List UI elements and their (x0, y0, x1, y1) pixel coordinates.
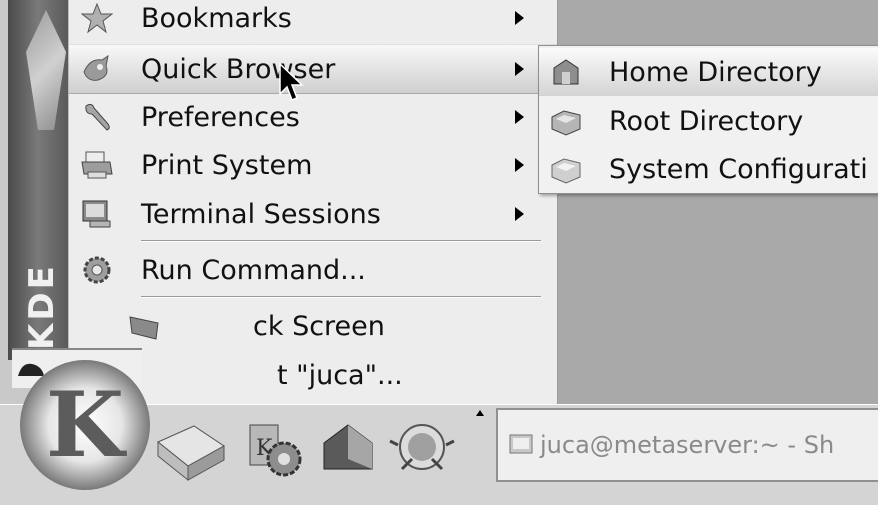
k-menu-button[interactable]: K (20, 360, 150, 490)
menu-separator (141, 240, 541, 242)
kde-logo-icon: K (45, 372, 125, 478)
menu-item-label: ck Screen (253, 310, 385, 342)
kde-side-banner: KDE 3.1 (8, 0, 102, 360)
menu-item-label: Terminal Sessions (141, 198, 381, 230)
terminal-window-icon (509, 434, 533, 454)
taskbar-window-title: juca@metaserver:~ - Sh (540, 431, 835, 459)
banner-star-graphic (26, 10, 66, 130)
submenu-arrow-icon (515, 110, 524, 124)
wrench-icon (79, 99, 115, 135)
menu-item-label: Run Command... (141, 254, 366, 286)
quick-browser-submenu: Home Directory Root Directory System Con… (538, 45, 878, 194)
submenu-arrow-icon (515, 11, 524, 25)
menu-item-lock-screen[interactable]: ck Screen (69, 302, 557, 350)
menu-item-label: Preferences (141, 101, 300, 133)
mouse-cursor-icon (279, 62, 304, 101)
menu-separator (141, 296, 541, 298)
submenu-item-root-directory[interactable]: Root Directory (539, 97, 878, 145)
star-icon (79, 0, 115, 36)
menu-item-terminal-sessions[interactable]: Terminal Sessions (69, 190, 557, 238)
submenu-item-system-configuration[interactable]: System Configurati (539, 145, 878, 193)
taskbar-scroll-up-icon[interactable] (476, 410, 484, 416)
menu-item-label: Quick Browser (141, 53, 336, 85)
menu-item-label: Bookmarks (141, 2, 292, 34)
root-folder-icon (549, 104, 583, 138)
submenu-arrow-icon (515, 207, 524, 221)
menu-item-label: Print System (141, 149, 313, 181)
home-icon[interactable] (314, 415, 382, 483)
submenu-item-home-directory[interactable]: Home Directory (539, 48, 878, 96)
menu-item-bookmarks[interactable]: Bookmarks (69, 0, 557, 42)
lock-icon (127, 308, 163, 344)
submenu-arrow-icon (515, 62, 524, 76)
menu-item-logout[interactable]: t "juca"... (69, 351, 557, 399)
submenu-arrow-icon (515, 158, 524, 172)
menu-item-label: t "juca"... (277, 359, 403, 391)
show-desktop-icon[interactable] (150, 418, 230, 486)
quick-browser-icon (79, 51, 115, 87)
k-menu: Bookmarks Quick Browser Preferences Prin… (68, 0, 558, 405)
terminal-icon (79, 196, 115, 232)
printer-icon (79, 147, 115, 183)
gear-icon (79, 252, 115, 288)
kde-help-icon[interactable]: K (240, 415, 308, 483)
home-folder-icon (549, 55, 583, 89)
menu-item-preferences[interactable]: Preferences (69, 93, 557, 141)
taskbar-window-button[interactable]: juca@metaserver:~ - Sh (496, 408, 878, 482)
menu-item-run-command[interactable]: Run Command... (69, 246, 557, 294)
konqueror-icon[interactable] (388, 415, 456, 483)
system-config-icon (549, 152, 583, 186)
banner-text: KDE 3.1 (22, 263, 102, 350)
submenu-item-label: System Configurati (609, 153, 868, 185)
submenu-item-label: Home Directory (609, 56, 822, 88)
menu-item-print-system[interactable]: Print System (69, 141, 557, 189)
menu-item-quick-browser[interactable]: Quick Browser (69, 44, 557, 94)
submenu-item-label: Root Directory (609, 105, 804, 137)
